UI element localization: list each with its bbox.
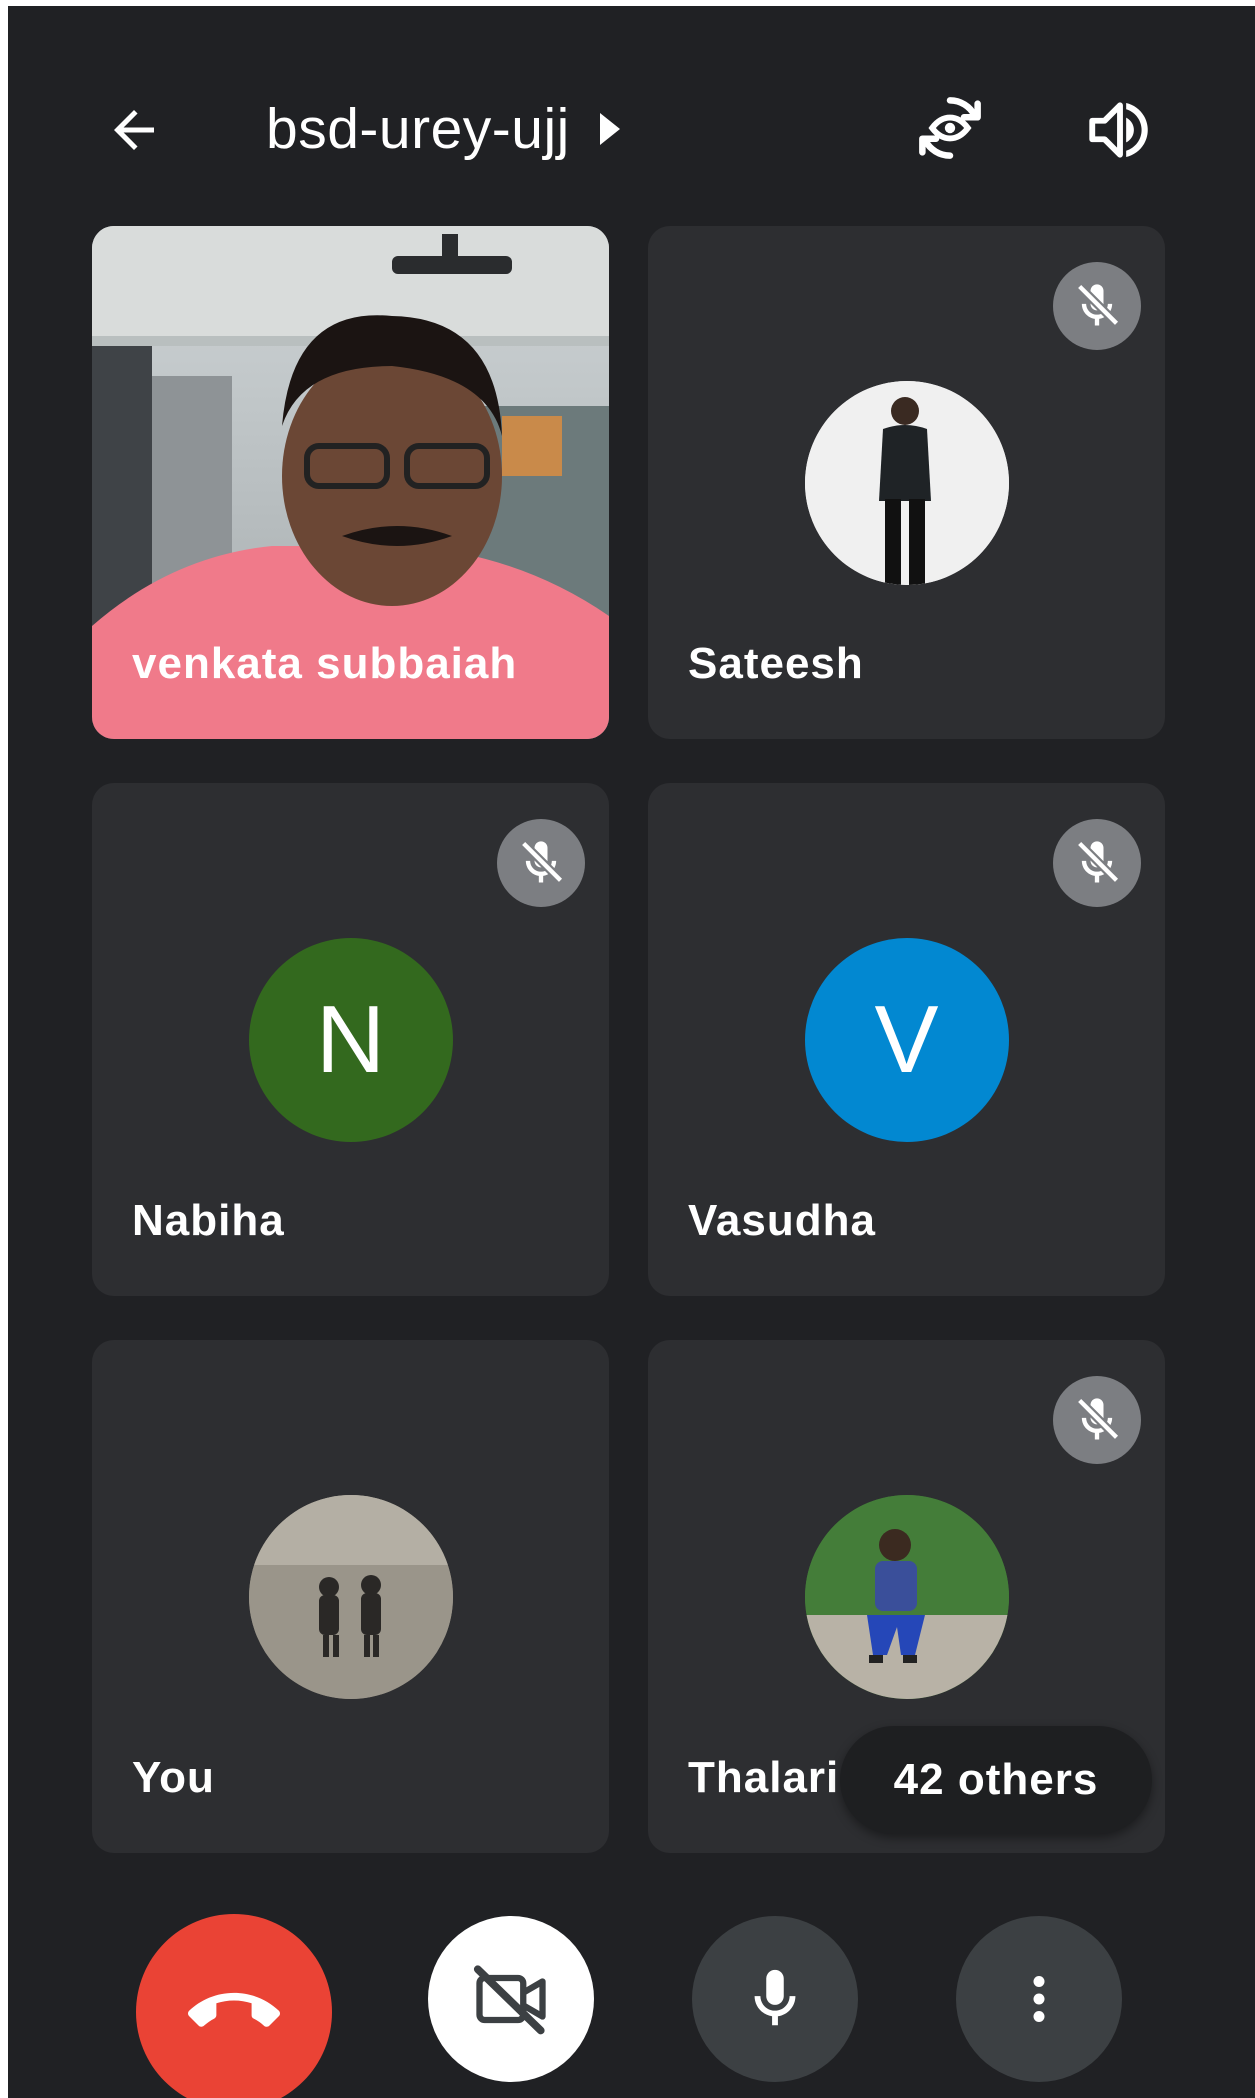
participant-tile-self[interactable]: You — [92, 1340, 609, 1853]
avatar-initial: N — [315, 986, 386, 1093]
participant-name: Nabiha — [132, 1196, 285, 1245]
end-call-button[interactable] — [136, 1914, 332, 2098]
meet-call-screen: bsd-urey-ujj venkata subbaiah Sateesh N … — [8, 6, 1255, 2098]
mic-off-icon — [1076, 840, 1120, 884]
meeting-code: bsd-urey-ujj — [266, 97, 570, 161]
avatar — [248, 1495, 453, 1699]
avatar-initial: V — [874, 986, 939, 1093]
participant-tile[interactable]: V Vasudha — [648, 783, 1165, 1296]
microphone-icon — [754, 1969, 796, 2026]
avatar — [804, 381, 1009, 585]
switch-camera-button[interactable] — [908, 86, 992, 170]
avatar: V — [804, 938, 1009, 1142]
caret-right-icon — [599, 113, 620, 145]
mic-off-badge — [1053, 819, 1141, 907]
speaker-icon — [1089, 102, 1148, 158]
mic-off-icon — [1076, 283, 1120, 327]
top-bar: bsd-urey-ujj — [8, 6, 1255, 221]
participant-tile[interactable]: Sateesh — [648, 226, 1165, 739]
participant-name: Sateesh — [688, 639, 864, 688]
screen: bsd-urey-ujj venkata subbaiah Sateesh N … — [0, 0, 1255, 2098]
participant-name: Thalari — [688, 1753, 840, 1802]
microphone-toggle-button[interactable] — [692, 1916, 858, 2082]
participant-tile-video[interactable]: venkata subbaiah — [92, 226, 609, 739]
mic-off-icon — [520, 840, 564, 884]
video-off-icon — [473, 1965, 546, 2035]
mic-off-badge — [1053, 1376, 1141, 1464]
others-count-button[interactable]: 42 others — [840, 1726, 1152, 1834]
avatar — [804, 1495, 1009, 1699]
participant-name: Vasudha — [688, 1196, 876, 1245]
more-vertical-icon — [1033, 1976, 1045, 2022]
arrow-back-icon — [114, 110, 154, 150]
camera-switch-icon — [919, 97, 981, 159]
more-options-button[interactable] — [956, 1916, 1122, 2082]
participant-name: You — [132, 1753, 215, 1802]
meeting-title[interactable]: bsd-urey-ujj — [266, 94, 620, 164]
participant-tile[interactable]: N Nabiha — [92, 783, 609, 1296]
mic-off-icon — [1076, 1397, 1120, 1441]
mic-off-badge — [1053, 262, 1141, 350]
mic-off-badge — [497, 819, 585, 907]
back-button[interactable] — [96, 92, 172, 168]
audio-output-button[interactable] — [1078, 88, 1162, 172]
camera-toggle-button[interactable] — [428, 1916, 594, 2082]
avatar: N — [248, 938, 453, 1142]
phone-hangup-icon — [188, 1992, 280, 2027]
participant-name: venkata subbaiah — [132, 639, 518, 688]
